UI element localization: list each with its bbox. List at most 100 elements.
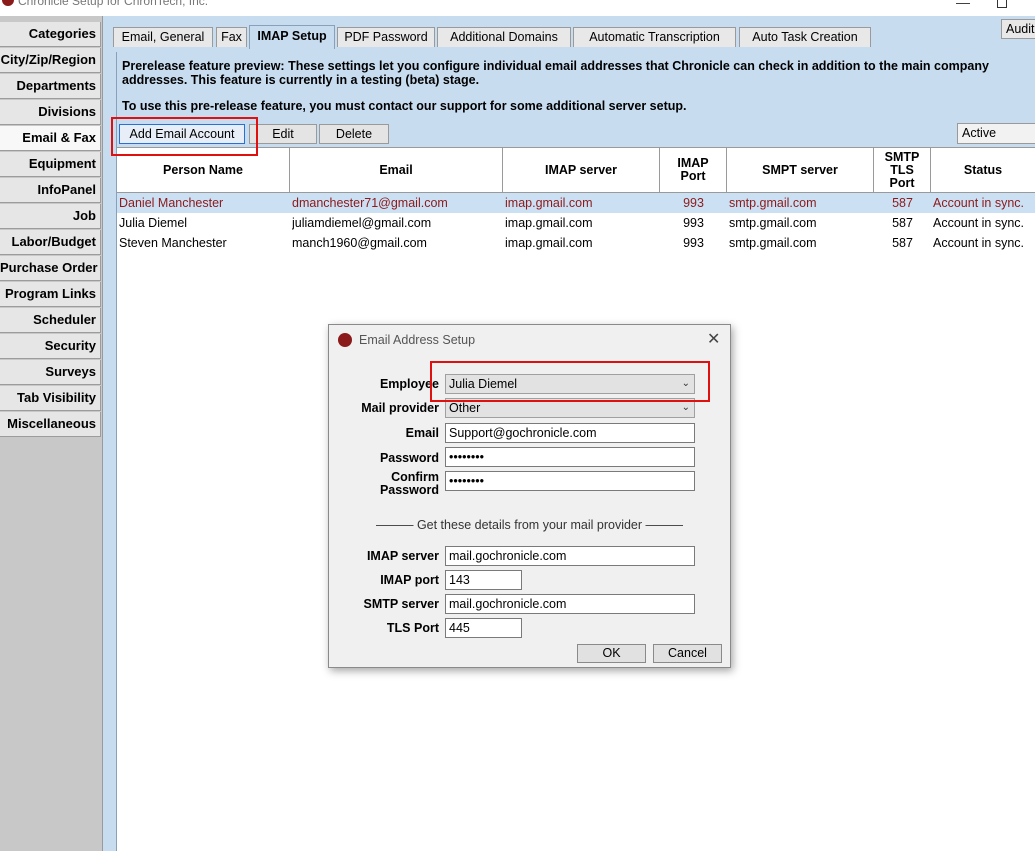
sidebar-item-purchase-order[interactable]: Purchase Order: [0, 256, 101, 281]
tab-additional-domains[interactable]: Additional Domains: [437, 27, 571, 47]
column-header-person-name[interactable]: Person Name: [117, 148, 290, 192]
sidebar-item-security[interactable]: Security: [0, 334, 101, 359]
cell-imap-server: imap.gmail.com: [505, 236, 593, 250]
cell-smtp-server: smtp.gmail.com: [729, 216, 817, 230]
table-row[interactable]: Julia Diemel juliamdiemel@gmail.com imap…: [117, 213, 1035, 233]
cell-smtp-server: smtp.gmail.com: [729, 236, 817, 250]
cell-person-name: Daniel Manchester: [119, 196, 224, 210]
sidebar-item-tab-visibility[interactable]: Tab Visibility: [0, 386, 101, 411]
cancel-button[interactable]: Cancel: [653, 644, 722, 663]
sidebar-item-labor-budget[interactable]: Labor/Budget: [0, 230, 101, 255]
provider-details-separator: ——— Get these details from your mail pro…: [375, 518, 684, 532]
table-row[interactable]: Daniel Manchester dmanchester71@gmail.co…: [117, 193, 1035, 213]
imap-port-field[interactable]: 143: [445, 570, 522, 590]
status-filter-select[interactable]: Active: [957, 123, 1035, 144]
cell-imap-port: 993: [683, 236, 704, 250]
cell-tls-port: 587: [892, 216, 913, 230]
email-label: Email: [405, 426, 439, 440]
tls-port-label: TLS Port: [386, 621, 439, 635]
cell-status: Account in sync.: [933, 216, 1025, 230]
cell-email: juliamdiemel@gmail.com: [292, 216, 432, 230]
cell-imap-server: imap.gmail.com: [505, 196, 593, 210]
tab-pdf-password[interactable]: PDF Password: [337, 27, 435, 47]
mail-provider-select[interactable]: Other ⌄: [445, 398, 695, 418]
window-title: Chronicle Setup for ChronTech, Inc.: [18, 0, 209, 8]
employee-label: Employee: [379, 377, 439, 391]
cell-status: Account in sync.: [933, 196, 1025, 210]
sidebar-item-city-zip-region[interactable]: City/Zip/Region: [0, 48, 101, 73]
cell-imap-server: imap.gmail.com: [505, 216, 593, 230]
password-field[interactable]: ••••••••: [445, 447, 695, 467]
dialog-title: Email Address Setup: [359, 333, 476, 347]
tls-port-field[interactable]: 445: [445, 618, 522, 638]
sidebar-item-job[interactable]: Job: [0, 204, 101, 229]
table-header: Person Name Email IMAP server IMAP Port …: [117, 148, 1035, 193]
cell-email: manch1960@gmail.com: [292, 236, 427, 250]
smtp-server-field[interactable]: mail.gochronicle.com: [445, 594, 695, 614]
tab-auto-task-creation[interactable]: Auto Task Creation: [739, 27, 871, 47]
column-header-smtp-tls-port[interactable]: SMTP TLS Port: [874, 148, 931, 192]
table-row[interactable]: Steven Manchester manch1960@gmail.com im…: [117, 233, 1035, 253]
email-field[interactable]: Support@gochronicle.com: [445, 423, 695, 443]
cell-person-name: Steven Manchester: [119, 236, 227, 250]
confirm-label-line2: Password: [379, 483, 439, 497]
close-icon[interactable]: ✕: [707, 329, 720, 349]
cell-tls-port: 587: [892, 236, 913, 250]
audit-button[interactable]: Audit: [1001, 19, 1035, 39]
maximize-button[interactable]: [997, 0, 1007, 8]
sidebar-item-email-fax[interactable]: Email & Fax: [0, 126, 101, 151]
imap-server-label: IMAP server: [366, 549, 439, 563]
prerelease-notice: Prerelease feature preview: These settin…: [122, 59, 1032, 113]
edit-button[interactable]: Edit: [249, 124, 317, 144]
confirm-password-field[interactable]: ••••••••: [445, 471, 695, 491]
password-label: Password: [379, 451, 439, 465]
ok-button[interactable]: OK: [577, 644, 646, 663]
chevron-down-icon: ⌄: [681, 402, 690, 413]
sidebar-item-equipment[interactable]: Equipment: [0, 152, 101, 177]
sidebar-item-program-links[interactable]: Program Links: [0, 282, 101, 307]
employee-select[interactable]: Julia Diemel ⌄: [445, 374, 695, 394]
column-header-status[interactable]: Status: [931, 148, 1035, 192]
confirm-password-label: Confirm Password: [329, 471, 439, 497]
tab-email-general[interactable]: Email, General: [113, 27, 213, 47]
smtp-server-label: SMTP server: [363, 597, 439, 611]
confirm-label-line1: Confirm: [391, 470, 439, 484]
minimize-button[interactable]: —: [948, 0, 978, 10]
sidebar: Categories City/Zip/Region Departments D…: [0, 16, 103, 851]
delete-button[interactable]: Delete: [319, 124, 389, 144]
app-logo-icon: [338, 333, 352, 347]
sidebar-item-scheduler[interactable]: Scheduler: [0, 308, 101, 333]
cell-status: Account in sync.: [933, 236, 1025, 250]
title-bar: Chronicle Setup for ChronTech, Inc. —: [0, 0, 1035, 16]
email-address-setup-dialog: Email Address Setup ✕ Employee Julia Die…: [328, 324, 731, 668]
sidebar-item-infopanel[interactable]: InfoPanel: [0, 178, 101, 203]
sidebar-item-categories[interactable]: Categories: [0, 22, 101, 47]
cell-smtp-server: smtp.gmail.com: [729, 196, 817, 210]
column-header-imap-port[interactable]: IMAP Port: [660, 148, 727, 192]
imap-port-label: IMAP port: [380, 573, 439, 587]
column-header-imap-server[interactable]: IMAP server: [503, 148, 660, 192]
sidebar-item-divisions[interactable]: Divisions: [0, 100, 101, 125]
cell-imap-port: 993: [683, 216, 704, 230]
chevron-down-icon: ⌄: [681, 378, 690, 389]
sidebar-item-departments[interactable]: Departments: [0, 74, 101, 99]
add-email-account-button[interactable]: Add Email Account: [119, 124, 245, 144]
tab-fax[interactable]: Fax: [216, 27, 247, 47]
employee-select-value: Julia Diemel: [449, 377, 518, 391]
tab-automatic-transcription[interactable]: Automatic Transcription: [573, 27, 736, 47]
tab-imap-setup[interactable]: IMAP Setup: [249, 25, 335, 49]
cell-email: dmanchester71@gmail.com: [292, 196, 448, 210]
mail-provider-label: Mail provider: [361, 401, 439, 415]
cell-tls-port: 587: [892, 196, 913, 210]
mail-provider-value: Other: [449, 401, 481, 415]
column-header-email[interactable]: Email: [290, 148, 503, 192]
sidebar-item-surveys[interactable]: Surveys: [0, 360, 101, 385]
column-header-smtp-server[interactable]: SMPT server: [727, 148, 874, 192]
cell-person-name: Julia Diemel: [119, 216, 188, 230]
app-logo-icon: [2, 0, 14, 6]
notice-paragraph: To use this pre-release feature, you mus…: [122, 99, 687, 113]
imap-server-field[interactable]: mail.gochronicle.com: [445, 546, 695, 566]
sidebar-item-miscellaneous[interactable]: Miscellaneous: [0, 412, 101, 437]
cell-imap-port: 993: [683, 196, 704, 210]
notice-paragraph: Prerelease feature preview: These settin…: [122, 59, 989, 87]
